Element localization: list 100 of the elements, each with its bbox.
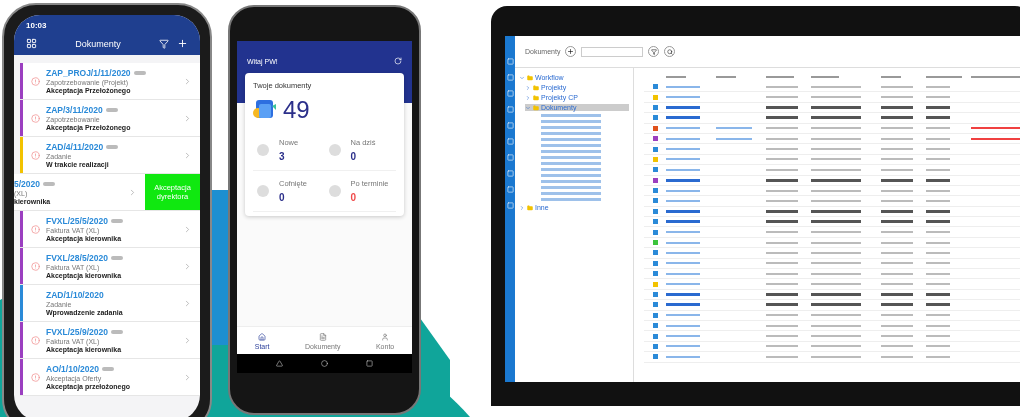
add-icon[interactable] [177,38,188,49]
text-line [811,314,861,317]
chevron-icon [183,298,192,308]
grid-menu-icon[interactable] [26,38,37,49]
table-row[interactable] [644,133,1020,145]
document-number: ZAD/4/11/2020 [46,142,104,152]
text-line [926,335,950,338]
tree-leaf-line [541,150,601,153]
text-line [666,251,700,254]
stat-value: 0 [350,192,358,203]
text-line [666,85,700,88]
text-line [881,158,913,161]
document-number: 5/2020 [14,179,40,189]
text-line [926,178,950,182]
table-row[interactable] [644,206,1020,218]
text-line [666,220,700,224]
document-number: ZAP/3/11/2020 [46,105,103,115]
recent-apps-icon[interactable] [366,360,373,367]
text-line [881,200,913,202]
tree-leaf-line [541,186,601,189]
table-row[interactable] [644,113,1020,124]
rail-icon[interactable] [506,74,514,81]
text-line [766,200,798,202]
text-line [666,148,700,151]
text-line [926,355,950,358]
text-line [881,355,913,358]
table-row[interactable] [644,102,1020,114]
badge [43,182,55,186]
tree-leaf-line [541,168,601,171]
text-line [881,96,913,99]
document-number: FVXL/25/9/2020 [46,327,108,337]
text-line [766,127,798,130]
total-count: 49 [283,96,310,124]
table-row[interactable] [644,289,1020,301]
text-line [766,345,798,348]
text-line [666,209,700,213]
rail-icon[interactable] [506,58,514,65]
tree-leaf-line [541,114,601,117]
search-button[interactable] [664,46,676,57]
table-row[interactable] [644,123,1020,134]
rail-icon[interactable] [506,90,514,97]
text-line [881,241,913,244]
text-line [926,293,950,296]
table-row[interactable] [644,217,1020,228]
text-line [766,314,798,317]
text-line [766,168,798,171]
search-field[interactable] [581,46,644,57]
chevron-icon [183,224,192,234]
document-number: FVXL/28/5/2020 [46,253,108,263]
home-button-icon[interactable] [321,360,328,367]
screen-title: Dokumenty [74,38,122,49]
rail-icon[interactable] [506,186,514,193]
text-line [766,231,798,234]
column-header-line [766,76,794,78]
text-line [666,314,700,317]
rail-icon[interactable] [506,170,514,177]
text-line [716,137,752,140]
text-line [926,116,950,120]
rail-icon[interactable] [506,106,514,113]
table-row[interactable] [644,300,1020,311]
alert-icon [31,372,40,382]
text-line [881,209,913,213]
chevron-icon [183,261,192,271]
text-line [881,178,913,182]
text-line [766,220,798,224]
user-icon [381,333,390,341]
table-row[interactable] [644,175,1020,186]
text-line [811,231,861,234]
tree-leaf-line [541,156,601,159]
text-line [881,262,913,265]
text-line [881,127,913,130]
text-line [926,85,950,88]
text-line [881,85,913,88]
refresh-icon[interactable] [394,57,402,65]
column-header-line [926,76,962,78]
text-line [811,283,861,286]
text-line [811,200,861,202]
text-line [811,324,861,327]
rail-icon[interactable] [506,122,514,129]
column-header-line [881,76,901,78]
text-line [926,168,950,171]
filter-button[interactable] [648,46,660,57]
search-icon [666,48,673,55]
rail-icon[interactable] [506,202,514,209]
text-line [881,189,913,192]
badge [106,145,119,149]
rail-icon[interactable] [506,154,514,161]
text-line [811,355,861,358]
text-line [666,168,700,171]
text-line [881,293,913,296]
back-icon[interactable] [276,360,283,367]
filter-icon[interactable] [159,38,169,49]
badge [133,71,146,75]
text-line [666,96,700,99]
text-line [881,220,913,224]
rail-icon[interactable] [506,138,514,145]
badge [110,219,123,223]
add-button[interactable] [565,46,577,57]
text-line [766,303,798,307]
column-header-line [811,76,839,78]
